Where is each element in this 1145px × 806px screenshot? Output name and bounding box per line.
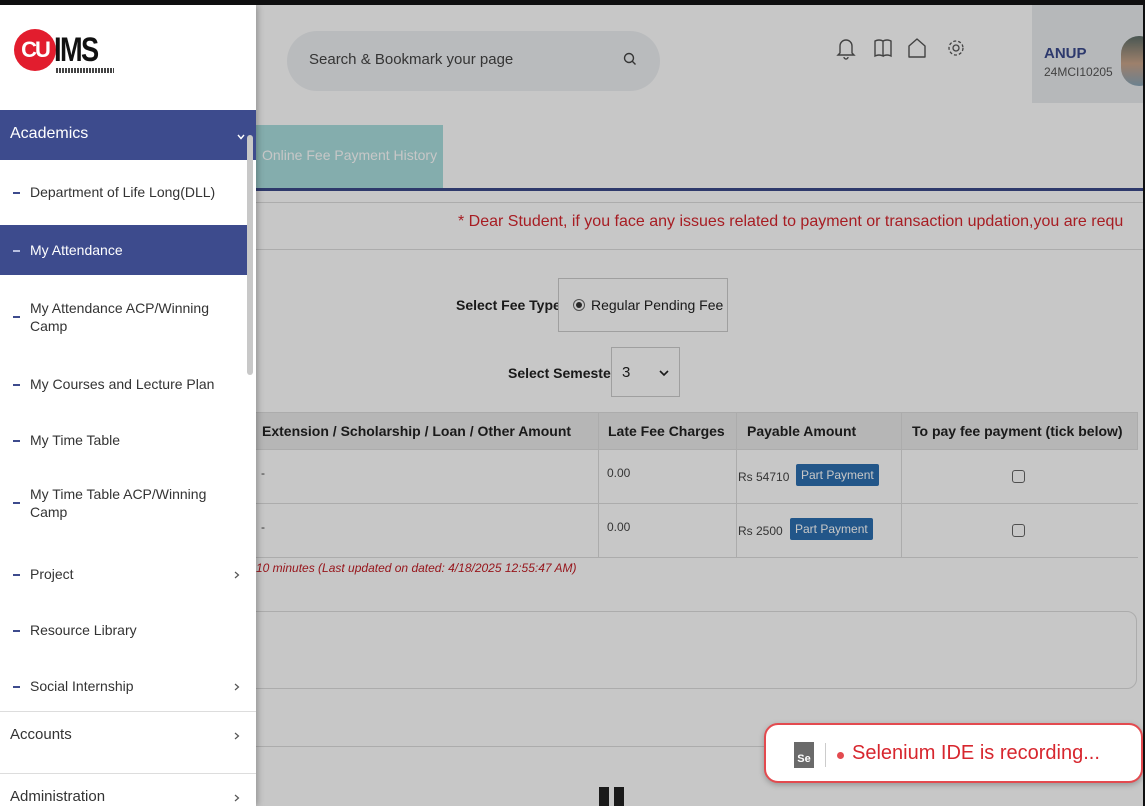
sidebar-item-label: Department of Life Long(DLL) xyxy=(30,184,216,200)
sidebar-section-label: Accounts xyxy=(10,726,72,743)
dash-icon xyxy=(13,574,20,576)
sidebar-item-courses[interactable]: My Courses and Lecture Plan xyxy=(0,361,248,407)
sidebar-section-accounts[interactable]: Accounts xyxy=(0,711,256,759)
divider xyxy=(825,743,826,767)
sidebar-item-resource-library[interactable]: Resource Library xyxy=(0,607,248,653)
sidebar-item-label: My Time Table ACP/Winning Camp xyxy=(30,486,207,520)
sidebar-item-my-attendance[interactable]: My Attendance xyxy=(0,225,248,275)
dash-icon xyxy=(13,630,20,632)
sidebar-section-label: Administration xyxy=(10,788,106,805)
sidebar-item-label: My Courses and Lecture Plan xyxy=(30,376,215,392)
sidebar-scrollbar[interactable] xyxy=(247,135,253,375)
sidebar-section-label: Academics xyxy=(10,125,89,142)
chevron-right-icon xyxy=(234,683,240,691)
sidebar-item-label: My Attendance xyxy=(30,242,123,258)
selenium-recording-text: Selenium IDE is recording... xyxy=(852,742,1100,764)
dash-icon xyxy=(13,316,20,318)
dash-icon xyxy=(13,686,20,688)
dash-icon xyxy=(13,502,20,504)
sidebar-section-academics[interactable]: Academics xyxy=(0,110,256,160)
sidebar-item-time-table-acp[interactable]: My Time Table ACP/Winning Camp xyxy=(0,471,248,535)
app-window: Search & Bookmark your page ANUP 24MCI10… xyxy=(0,5,1143,806)
dash-icon xyxy=(13,192,20,194)
chevron-right-icon xyxy=(234,732,240,740)
selenium-logo-icon: Se xyxy=(794,742,814,768)
dash-icon xyxy=(13,250,20,252)
chevron-down-icon xyxy=(237,134,245,140)
dash-icon xyxy=(13,384,20,386)
sidebar: CU IMS Academics Department of Life Long… xyxy=(0,5,256,806)
sidebar-item-time-table[interactable]: My Time Table xyxy=(0,417,248,463)
logo-text: IMS xyxy=(54,31,99,69)
sidebar-item-project[interactable]: Project xyxy=(0,551,248,597)
logo-circle: CU xyxy=(14,29,56,71)
logo-subtitle xyxy=(56,68,114,73)
sidebar-item-label: Project xyxy=(30,566,74,582)
dash-icon xyxy=(13,440,20,442)
sidebar-menu: Academics Department of Life Long(DLL) M… xyxy=(0,105,256,711)
sidebar-item-dll[interactable]: Department of Life Long(DLL) xyxy=(0,169,248,215)
sidebar-section-administration[interactable]: Administration xyxy=(0,773,256,806)
chevron-right-icon xyxy=(234,571,240,579)
sidebar-item-label: Resource Library xyxy=(30,622,137,638)
chevron-right-icon xyxy=(234,794,240,802)
sidebar-item-social-internship[interactable]: Social Internship xyxy=(0,663,248,709)
sidebar-item-label: My Attendance ACP/Winning Camp xyxy=(30,300,209,334)
sidebar-item-attendance-acp[interactable]: My Attendance ACP/Winning Camp xyxy=(0,285,248,347)
sidebar-item-label: Social Internship xyxy=(30,678,134,694)
recording-dot-icon xyxy=(837,752,844,759)
sidebar-item-label: My Time Table xyxy=(30,432,120,448)
selenium-recording-badge[interactable]: Se Selenium IDE is recording... xyxy=(764,723,1143,783)
logo[interactable]: CU IMS xyxy=(0,5,256,105)
